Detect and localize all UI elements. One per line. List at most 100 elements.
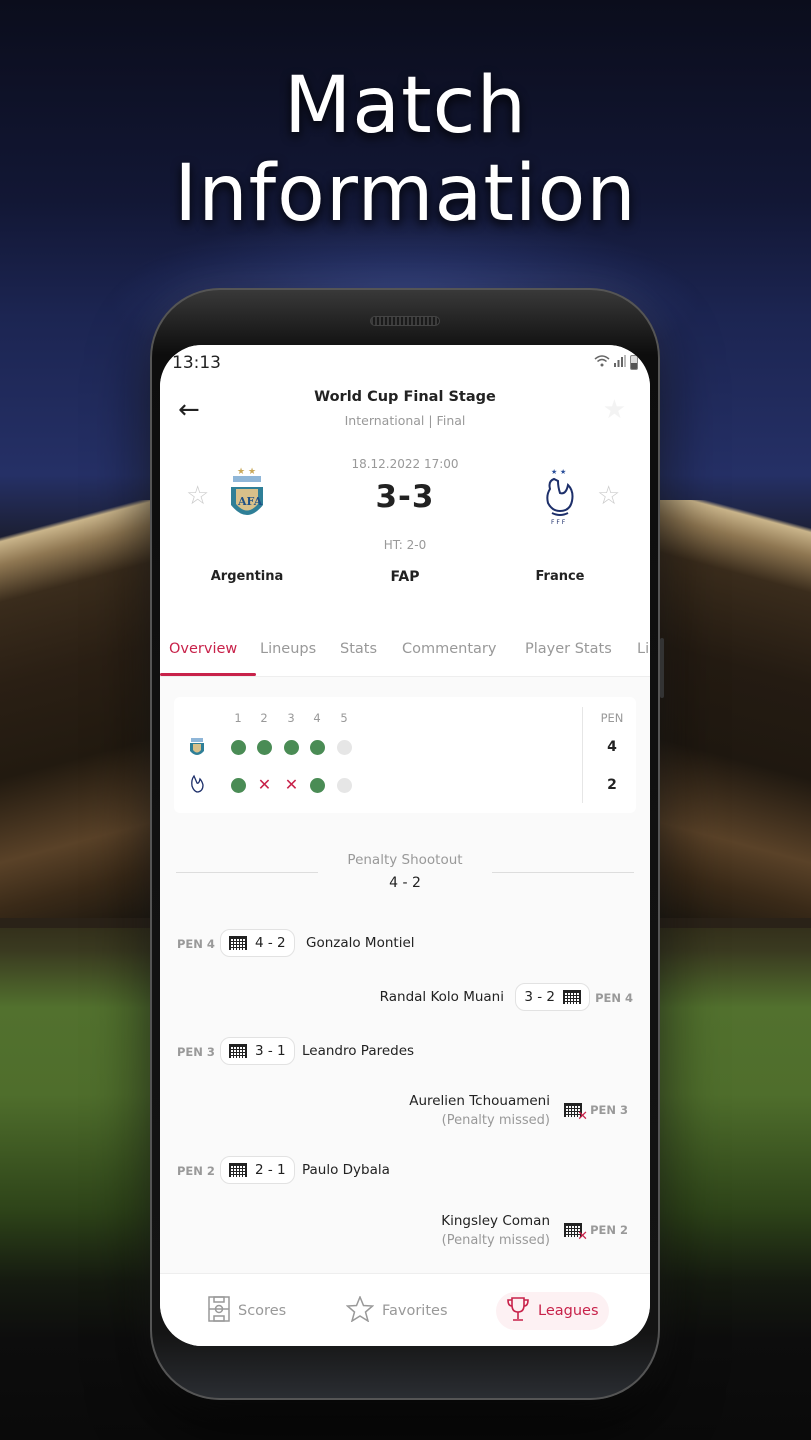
- penalty-event: PEN 2 2 - 1 Paulo Dybala: [160, 1156, 650, 1196]
- event-penalty-number: PEN 4: [177, 937, 215, 951]
- trophy-icon: [506, 1296, 530, 1326]
- promo-headline-line2: Information: [174, 149, 637, 239]
- penalty-column-2: 2: [260, 711, 268, 725]
- away-penalty-total: 2: [607, 777, 617, 793]
- nav-scores[interactable]: Scores: [198, 1292, 296, 1330]
- match-tabs: Overview Lineups Stats Commentary Player…: [160, 621, 650, 677]
- penalty-event: Aurelien Tchouameni (Penalty missed) ✕ P…: [160, 1091, 650, 1135]
- event-score: 2 - 1: [255, 1162, 286, 1178]
- event-penalty-number: PEN 2: [590, 1223, 628, 1237]
- nav-favorites-label: Favorites: [382, 1303, 448, 1319]
- goal-icon: [229, 1163, 247, 1177]
- promo-headline-line1: Match: [284, 61, 527, 151]
- phone-speaker: [370, 316, 440, 326]
- pitch-icon: [208, 1296, 230, 1326]
- event-penalty-number: PEN 3: [590, 1103, 628, 1117]
- tab-commentary[interactable]: Commentary: [402, 641, 496, 657]
- penalty-scored-dot: [284, 740, 299, 755]
- home-team-favorite-star-icon[interactable]: ☆: [186, 481, 209, 511]
- argentina-crest-icon: ★ ★ AFA: [221, 465, 273, 527]
- away-team-name: France: [535, 569, 585, 584]
- event-player[interactable]: Paulo Dybala: [302, 1162, 390, 1178]
- missed-goal-icon: ✕: [564, 1103, 588, 1123]
- penalty-pending-dot: [337, 740, 352, 755]
- half-time-score: HT: 2-0: [383, 538, 427, 552]
- goal-icon: [229, 936, 247, 950]
- svg-text:AFA: AFA: [237, 495, 263, 508]
- penalty-scored-dot: [310, 778, 325, 793]
- event-player[interactable]: Gonzalo Montiel: [306, 935, 415, 951]
- status-bar: 13:13: [160, 345, 650, 381]
- penalty-column-1: 1: [234, 711, 242, 725]
- tab-overview[interactable]: Overview: [169, 641, 237, 657]
- france-crest-icon: ★ ★ F F F: [534, 465, 586, 527]
- event-score-pill: 3 - 1: [220, 1037, 295, 1065]
- home-team-name: Argentina: [210, 569, 284, 584]
- event-player[interactable]: Leandro Paredes: [302, 1043, 414, 1059]
- nav-scores-label: Scores: [238, 1303, 287, 1319]
- goal-icon: [229, 1044, 247, 1058]
- active-tab-indicator: [160, 673, 256, 676]
- status-icons: [594, 355, 638, 370]
- match-header: ← World Cup Final Stage International | …: [160, 381, 650, 621]
- shootout-title: Penalty Shootout: [347, 852, 463, 868]
- bottom-navigation: Scores Favorites Leagues: [160, 1273, 650, 1346]
- penalty-scored-dot: [231, 740, 246, 755]
- penalty-event: PEN 4 4 - 2 Gonzalo Montiel: [160, 929, 650, 969]
- penalty-column-4: 4: [313, 711, 321, 725]
- penalty-grid-card: 1 2 3 4 5 ✕ ✕ PEN 4 2: [174, 697, 636, 813]
- event-penalty-number: PEN 2: [177, 1164, 215, 1178]
- event-note: (Penalty missed): [441, 1113, 550, 1128]
- nav-leagues-label: Leagues: [538, 1303, 599, 1319]
- penalty-event: Randal Kolo Muani 3 - 2 PEN 4: [160, 983, 650, 1023]
- penalty-total-header: PEN: [600, 711, 624, 725]
- svg-text:★: ★: [560, 468, 566, 476]
- star-icon: [345, 1295, 375, 1326]
- svg-text:★: ★: [237, 467, 245, 477]
- battery-icon: [630, 355, 638, 370]
- goal-icon: [563, 990, 581, 1004]
- penalty-event: Kingsley Coman (Penalty missed) ✕ PEN 2: [160, 1211, 650, 1255]
- event-score-pill: 3 - 2: [515, 983, 590, 1011]
- penalty-missed-icon: ✕: [257, 775, 272, 794]
- away-mini-crest-icon: [188, 772, 206, 796]
- competition-title: World Cup Final Stage: [314, 389, 496, 405]
- event-note: (Penalty missed): [441, 1233, 550, 1248]
- svg-text:F F F: F F F: [551, 519, 566, 526]
- penalty-scored-dot: [310, 740, 325, 755]
- event-player[interactable]: Randal Kolo Muani: [380, 989, 504, 1005]
- event-score: 4 - 2: [255, 935, 286, 951]
- event-penalty-number: PEN 3: [177, 1045, 215, 1059]
- event-score-pill: 4 - 2: [220, 929, 295, 957]
- tab-player-stats[interactable]: Player Stats: [525, 641, 612, 657]
- svg-text:★: ★: [248, 467, 256, 477]
- nav-favorites[interactable]: Favorites: [336, 1292, 458, 1330]
- signal-icon: [614, 355, 626, 370]
- penalty-event: PEN 3 3 - 1 Leandro Paredes: [160, 1037, 650, 1077]
- advertising-board-right: [651, 918, 811, 928]
- penalty-pending-dot: [337, 778, 352, 793]
- home-mini-crest-icon: [188, 735, 206, 759]
- promo-headline: Match Information: [0, 62, 811, 238]
- tab-live[interactable]: Li: [637, 641, 649, 657]
- home-penalty-total: 4: [607, 739, 617, 755]
- favorite-match-star-icon[interactable]: ★: [603, 395, 626, 425]
- penalty-divider: [582, 707, 583, 803]
- event-score-pill: 2 - 1: [220, 1156, 295, 1184]
- event-player[interactable]: Aurelien Tchouameni: [409, 1093, 550, 1109]
- missed-goal-icon: ✕: [564, 1223, 588, 1243]
- tab-stats[interactable]: Stats: [340, 641, 377, 657]
- event-score: 3 - 2: [524, 989, 555, 1005]
- stadium-background-left: [0, 500, 170, 920]
- event-player[interactable]: Kingsley Coman: [441, 1213, 550, 1229]
- nav-leagues[interactable]: Leagues: [496, 1292, 609, 1330]
- competition-subtitle: International | Final: [344, 413, 466, 428]
- phone-side-button: [660, 638, 664, 698]
- penalty-missed-icon: ✕: [284, 775, 299, 794]
- tab-lineups[interactable]: Lineups: [260, 641, 316, 657]
- app-screen: 13:13 ← World Cup Final Stage Internatio…: [160, 345, 650, 1346]
- away-team-favorite-star-icon[interactable]: ☆: [597, 481, 620, 511]
- penalty-column-5: 5: [340, 711, 348, 725]
- event-score: 3 - 1: [255, 1043, 286, 1059]
- status-time: 13:13: [172, 353, 221, 373]
